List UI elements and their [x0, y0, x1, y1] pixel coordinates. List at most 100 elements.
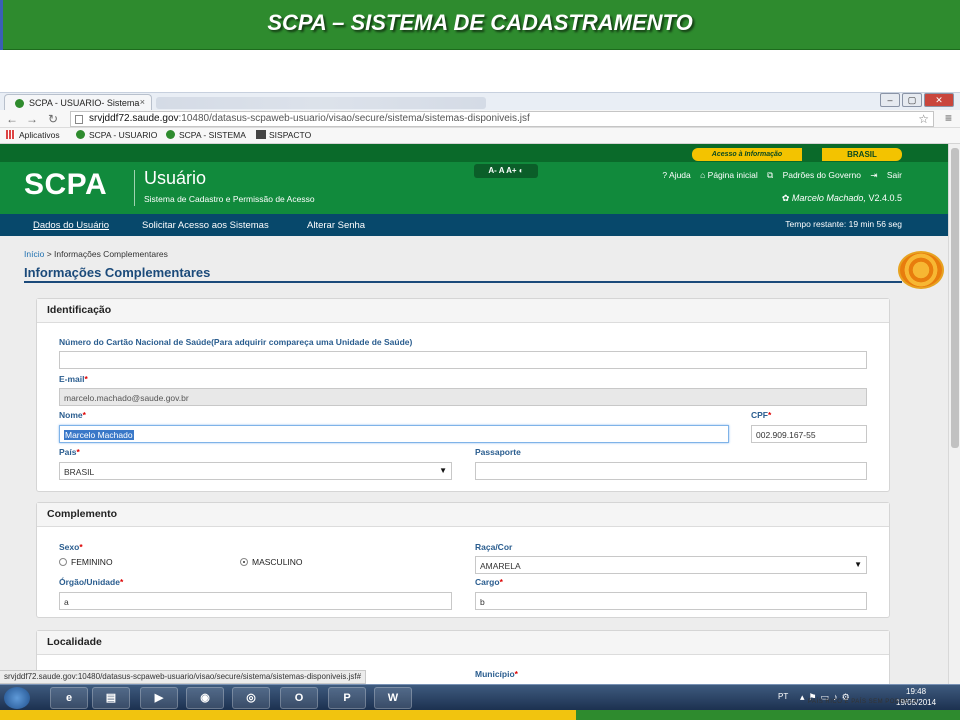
clock-time: 19:48 — [906, 687, 927, 696]
firefox-icon[interactable]: ◉ — [186, 687, 224, 709]
gov-strip: Acesso à Informação BRASIL — [0, 144, 948, 162]
scpa-logo[interactable]: SCPA — [24, 168, 107, 202]
window-controls: – ▢ ✕ — [880, 93, 954, 107]
footer-slogan: PAÍS RICO É PAÍS SEM POBREZA — [808, 699, 918, 705]
browser-tab-strip: SCPA - USUARIO- Sistema × – ▢ ✕ — [0, 92, 960, 111]
outlook-icon[interactable]: O — [280, 687, 318, 709]
orgao-input[interactable]: a — [59, 592, 452, 610]
scrollbar-thumb[interactable] — [951, 148, 959, 448]
page-icon — [75, 115, 83, 124]
app-version: V2.4.0.5 — [868, 193, 902, 203]
logout-link[interactable]: ⇥ Sair — [870, 170, 902, 180]
panel-title: Identificação — [37, 299, 889, 323]
url-host: srvjddf72.saude.gov — [89, 113, 179, 124]
slide: SCPA – SISTEMA DE CADASTRAMENTO SCPA - U… — [0, 0, 960, 720]
logo-divider — [134, 170, 135, 206]
pais-select[interactable]: BRASIL ▼ — [59, 462, 452, 480]
panel-title: Localidade — [37, 631, 889, 655]
page-title: Informações Complementares — [24, 265, 211, 280]
required-mark: * — [119, 577, 124, 587]
bookmark-scpa-sistema[interactable]: SCPA - SISTEMA — [166, 130, 246, 140]
email-label: E-mail* — [59, 374, 88, 384]
gov-standards-link[interactable]: ⧉ Padrões do Governo — [767, 170, 861, 180]
address-bar: ← → ↻ srvjddf72.saude.gov:10480/datasus-… — [0, 110, 960, 128]
bookmark-scpa-usuario[interactable]: SCPA - USUARIO — [76, 130, 157, 140]
nav-solicitar-acesso[interactable]: Solicitar Acesso aos Sistemas — [142, 220, 269, 231]
close-window-icon[interactable]: ✕ — [924, 93, 954, 107]
explorer-icon[interactable]: ▤ — [92, 687, 130, 709]
browser-menu-icon[interactable]: ≡ — [945, 111, 952, 125]
municipio-label: Município* — [475, 669, 518, 679]
url-input[interactable]: srvjddf72.saude.gov:10480/datasus-scpawe… — [70, 111, 934, 127]
app-name: Usuário — [144, 168, 207, 188]
maximize-icon[interactable]: ▢ — [902, 93, 922, 107]
cpf-input[interactable]: 002.909.167-55 — [751, 425, 867, 443]
help-link[interactable]: ? Ajuda — [662, 170, 690, 180]
back-icon[interactable]: ← — [6, 112, 18, 126]
cns-input[interactable] — [59, 351, 867, 369]
required-mark: * — [82, 410, 86, 420]
bookmark-sispacto[interactable]: SISPACTO — [256, 130, 311, 140]
raca-label: Raça/Cor — [475, 542, 513, 552]
windows-taskbar: e ▤ ▶ ◉ ◎ O P W PT ▴⚑▭♪⚙ 19:48 19/05/201… — [0, 684, 960, 710]
url-path: :10480/datasus-scpaweb-usuario/visao/sec… — [178, 113, 530, 124]
browser-tab[interactable]: SCPA - USUARIO- Sistema × — [4, 94, 152, 111]
scpa-page: Acesso à Informação BRASIL SCPA Usuário … — [0, 144, 948, 684]
font-size-controls[interactable]: A- A A+ ◐ — [474, 164, 538, 178]
main-nav: Dados do Usuário Solicitar Acesso aos Si… — [0, 214, 948, 236]
panel-title: Complemento — [37, 503, 889, 527]
municipio-label-text: Município — [475, 669, 515, 679]
dropdown-arrow-icon: ▼ — [854, 560, 862, 569]
blurred-tab[interactable] — [156, 97, 486, 109]
media-player-icon[interactable]: ▶ — [140, 687, 178, 709]
cargo-label-text: Cargo — [475, 577, 500, 587]
gear-icon[interactable]: ✿ — [782, 193, 790, 203]
powerpoint-icon[interactable]: P — [328, 687, 366, 709]
nome-input[interactable]: Marcelo Machado — [59, 425, 729, 443]
slide-footer — [0, 710, 960, 720]
bookmark-star-icon[interactable]: ☆ — [918, 112, 929, 126]
bookmark-label: Aplicativos — [19, 130, 60, 140]
tab-close-icon[interactable]: × — [140, 97, 145, 107]
status-bar-url: srvjddf72.saude.gov:10480/datasus-scpawe… — [0, 670, 367, 684]
required-mark: * — [514, 669, 518, 679]
bookmark-apps[interactable]: Aplicativos — [6, 130, 60, 140]
radio-feminino[interactable]: FEMININO — [59, 557, 113, 567]
forward-icon[interactable]: → — [26, 112, 38, 126]
cargo-input[interactable]: b — [475, 592, 867, 610]
bookmark-label: SCPA - SISTEMA — [179, 130, 246, 140]
brasil-link[interactable]: BRASIL — [822, 148, 902, 161]
home-page-link[interactable]: ⌂ Página inicial — [700, 170, 758, 180]
title-divider — [24, 281, 902, 283]
user-info: ✿ Marcelo Machado, V2.4.0.5 — [782, 193, 902, 204]
user-name: Marcelo Machado, — [791, 193, 866, 203]
word-icon[interactable]: W — [374, 687, 412, 709]
radio-masculino[interactable]: MASCULINO — [240, 557, 303, 567]
panel-complemento: Complemento Sexo* FEMININO MASCULINO Raç… — [36, 502, 890, 618]
ie-icon[interactable]: e — [50, 687, 88, 709]
app-subtitle: Sistema de Cadastro e Permissão de Acess… — [144, 194, 315, 204]
panel-identificacao: Identificação Número do Cartão Nacional … — [36, 298, 890, 492]
orgao-label: Órgão/Unidade* — [59, 577, 123, 587]
page-scrollbar[interactable] — [948, 144, 960, 684]
passaporte-input[interactable] — [475, 462, 867, 480]
nav-alterar-senha[interactable]: Alterar Senha — [307, 220, 365, 231]
breadcrumb-home[interactable]: Início — [24, 249, 44, 259]
site-header: SCPA Usuário Sistema de Cadastro e Permi… — [0, 162, 948, 214]
chrome-icon[interactable]: ◎ — [232, 687, 270, 709]
sexo-label: Sexo* — [59, 542, 83, 552]
start-button[interactable] — [4, 687, 30, 709]
language-indicator[interactable]: PT — [778, 692, 788, 701]
raca-select[interactable]: AMARELA ▼ — [475, 556, 867, 574]
top-links: ? Ajuda ⌂ Página inicial ⧉ Padrões do Go… — [655, 170, 902, 181]
minimize-icon[interactable]: – — [880, 93, 900, 107]
site-favicon-icon — [76, 130, 85, 139]
sexo-label-text: Sexo — [59, 542, 80, 552]
acesso-informacao-link[interactable]: Acesso à Informação — [692, 148, 802, 161]
cpf-label-text: CPF — [751, 410, 768, 420]
reload-icon[interactable]: ↻ — [48, 112, 58, 126]
nav-dados-usuario[interactable]: Dados do Usuário — [33, 220, 109, 231]
radio-icon — [59, 558, 67, 566]
apps-grid-icon — [6, 130, 15, 139]
gov-standards-label: Padrões do Governo — [782, 170, 862, 180]
